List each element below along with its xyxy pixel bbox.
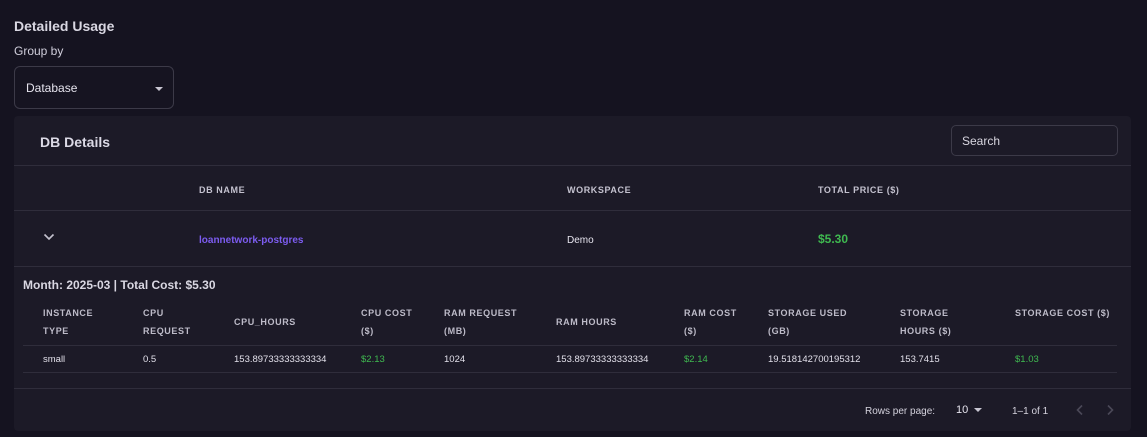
detail-header-storage-hours: STORAGE HOURS ($) (900, 308, 952, 336)
previous-page-button[interactable] (1070, 400, 1090, 420)
detail-header-cpu-cost: CPU COST ($) (361, 308, 413, 336)
divider (14, 266, 1131, 267)
expand-row-button[interactable] (42, 230, 56, 244)
detail-header-instance-type: INSTANCE TYPE (43, 308, 94, 336)
detail-cell-ram-hours: 153.89733333333334 (556, 354, 649, 365)
group-by-label: Group by (14, 44, 64, 58)
column-header-db-name[interactable]: DB NAME (199, 185, 245, 195)
column-header-total-price[interactable]: TOTAL PRICE ($) (818, 185, 900, 195)
divider (14, 210, 1131, 211)
detail-header-storage-cost: STORAGE COST ($) (1015, 308, 1110, 318)
caret-down-icon (974, 408, 983, 412)
detail-cell-storage-cost: $1.03 (1015, 354, 1039, 365)
section-title: Detailed Usage (14, 18, 115, 34)
chevron-left-icon (1076, 404, 1083, 416)
chevron-down-icon (43, 233, 55, 241)
detail-header-ram-cost: RAM COST ($) (684, 308, 737, 336)
db-details-card: DB Details DB NAME WORKSPACE TOTAL PRICE… (14, 116, 1131, 431)
pagination-range: 1–1 of 1 (1012, 406, 1049, 417)
total-price-value: $5.30 (818, 232, 849, 246)
detail-header-cpu-hours: CPU_HOURS (234, 317, 296, 327)
next-page-button[interactable] (1100, 400, 1120, 420)
detail-cell-cpu-request: 0.5 (143, 354, 157, 365)
caret-down-icon (155, 87, 163, 91)
chevron-right-icon (1107, 404, 1114, 416)
rows-per-page-value: 10 (956, 404, 969, 416)
detail-header-ram-hours: RAM HOURS (556, 317, 617, 327)
search-input[interactable] (951, 125, 1118, 156)
detail-cell-ram-request: 1024 (444, 354, 466, 365)
rows-per-page-select[interactable]: 10 (956, 404, 983, 416)
detail-cell-storage-hours: 153.7415 (900, 354, 940, 365)
month-summary: Month: 2025-03 | Total Cost: $5.30 (23, 278, 216, 292)
group-by-select[interactable]: Database (14, 66, 174, 109)
divider (23, 372, 1117, 373)
detail-header-storage-used: STORAGE USED (GB) (768, 308, 848, 336)
detail-cell-instance-type: small (43, 354, 66, 365)
detail-header-ram-request: RAM REQUEST (MB) (444, 308, 518, 336)
card-title: DB Details (40, 134, 111, 150)
db-name-link[interactable]: loannetwork-postgres (199, 235, 303, 246)
detail-cell-cpu-hours: 153.89733333333334 (234, 354, 327, 365)
detail-cell-cpu-cost: $2.13 (361, 354, 385, 365)
column-header-workspace[interactable]: WORKSPACE (567, 185, 631, 195)
detail-cell-ram-cost: $2.14 (684, 354, 708, 365)
group-by-value: Database (26, 80, 78, 95)
workspace-value: Demo (567, 235, 594, 246)
divider (14, 165, 1131, 166)
divider (14, 388, 1131, 389)
detail-header-cpu-request: CPU REQUEST (143, 308, 191, 336)
divider (23, 345, 1117, 346)
detail-cell-storage-used: 19.518142700195312 (768, 354, 861, 365)
rows-per-page-label: Rows per page: (865, 406, 936, 417)
